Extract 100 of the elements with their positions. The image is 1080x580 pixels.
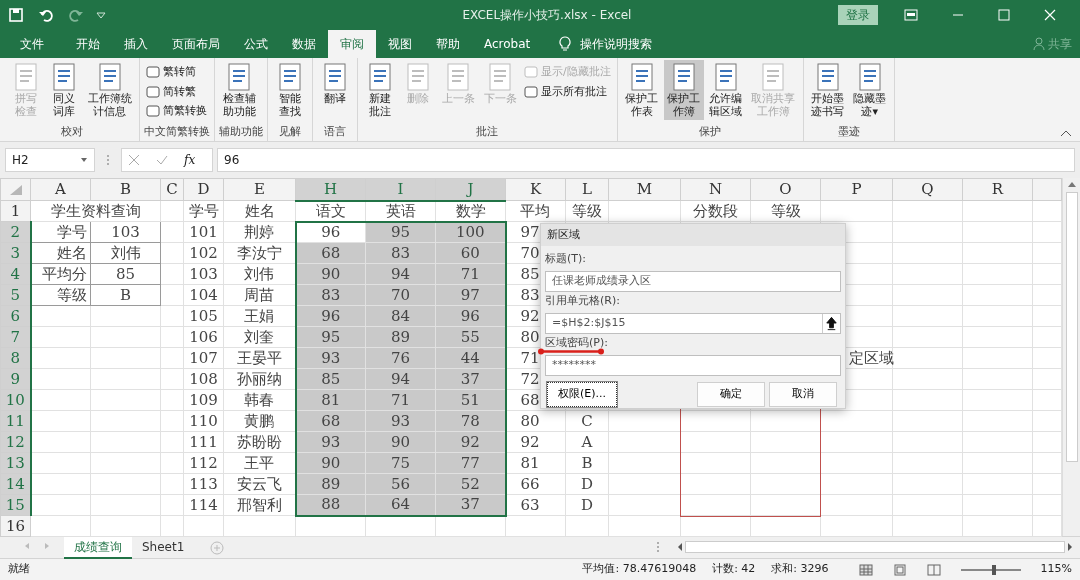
row-header[interactable]: 8 (0, 347, 31, 369)
table-cell: 88 (295, 494, 366, 516)
ribbon-tab[interactable]: 文件 (8, 30, 56, 58)
ribbon-button[interactable]: 简繁转换 (144, 103, 209, 120)
sheet-tab[interactable]: 成绩查询 (64, 537, 132, 559)
ribbon-button[interactable]: 智能查找 (272, 60, 308, 120)
row-header[interactable]: 14 (0, 473, 31, 495)
ribbon-tab[interactable]: Acrobat (472, 30, 543, 58)
column-header[interactable]: O (750, 178, 821, 201)
input-field[interactable]: ******** (545, 355, 841, 376)
column-header[interactable]: A (30, 178, 91, 201)
row-header[interactable]: 4 (0, 263, 31, 285)
row-header[interactable]: 13 (0, 452, 31, 474)
ribbon-button[interactable]: 保护工作簿 (663, 60, 704, 120)
name-box[interactable]: H2 (5, 148, 95, 172)
ribbon-tab[interactable]: 页面布局 (160, 30, 232, 58)
row-header[interactable]: 15 (0, 494, 31, 516)
login-button[interactable]: 登录 (838, 5, 878, 25)
row-header[interactable]: 6 (0, 305, 31, 327)
table-cell: 93 (295, 431, 366, 453)
ribbon-button[interactable]: 简转繁 (144, 83, 209, 100)
table-cell: 85 (90, 263, 161, 285)
row-header[interactable]: 11 (0, 410, 31, 432)
row-header[interactable]: 12 (0, 431, 31, 453)
column-header[interactable]: D (183, 178, 224, 201)
ribbon-button[interactable]: 工作簿统计信息 (84, 60, 135, 120)
row-header[interactable]: 7 (0, 326, 31, 348)
dialog-button[interactable]: 权限(E)... (547, 382, 618, 407)
dialog-button[interactable]: 确定 (697, 382, 765, 407)
ribbon-tab[interactable]: 帮助 (424, 30, 472, 58)
row-header[interactable]: 10 (0, 389, 31, 411)
page-break-icon[interactable] (926, 563, 941, 576)
ribbon-display-icon[interactable] (904, 9, 918, 21)
row-header[interactable]: 2 (0, 221, 31, 243)
formula-field[interactable]: 96 (217, 148, 1075, 172)
column-header[interactable]: P (820, 178, 893, 201)
input-field[interactable]: 任课老师成绩录入区 (545, 271, 841, 292)
scrollbar-thumb[interactable] (1065, 192, 1078, 462)
ribbon-tab[interactable]: 视图 (376, 30, 424, 58)
column-header[interactable]: C (160, 178, 184, 201)
formula-value: 96 (224, 152, 240, 169)
row-header[interactable]: 9 (0, 368, 31, 390)
column-header[interactable]: I (365, 178, 436, 201)
cancel-icon[interactable] (128, 154, 140, 166)
column-header[interactable]: R (962, 178, 1033, 201)
customize-icon[interactable] (96, 10, 106, 20)
ribbon-tab[interactable]: 数据 (280, 30, 328, 58)
ribbon-button[interactable]: 显示所有批注 (522, 83, 613, 100)
save-icon[interactable] (8, 7, 24, 23)
close-icon[interactable] (1044, 9, 1056, 21)
ribbon-button[interactable]: 同义词库 (46, 60, 82, 120)
ribbon-tab[interactable]: 审阅 (328, 30, 376, 58)
ribbon-button[interactable]: 翻译 (317, 60, 353, 107)
upload-icon[interactable] (822, 314, 840, 333)
row-header[interactable]: 3 (0, 242, 31, 264)
table-cell: 83 (295, 284, 366, 306)
zoom-level[interactable]: 115% (1040, 561, 1072, 578)
column-header[interactable]: K (505, 178, 566, 201)
status-stat: 平均值: 78.47619048 (582, 561, 697, 578)
row-header[interactable]: 5 (0, 284, 31, 306)
ribbon-button[interactable]: 保护工作表 (621, 60, 662, 120)
ribbon-button[interactable]: 检查辅助功能 (219, 60, 259, 120)
slider-thumb[interactable] (991, 564, 996, 575)
row-header[interactable]: 1 (0, 200, 31, 222)
column-header[interactable]: M (608, 178, 681, 201)
insert-function-button[interactable]: fx (184, 151, 196, 169)
sheet-tab[interactable]: Sheet1 (132, 537, 195, 557)
table-cell: D (565, 494, 609, 516)
group-label: 辅助功能 (219, 124, 263, 140)
column-header[interactable]: H (295, 178, 366, 201)
input-field[interactable]: =$H$2:$J$15 (545, 313, 841, 334)
collapse-icon[interactable] (1060, 129, 1072, 137)
enter-icon[interactable] (156, 154, 168, 166)
column-header[interactable]: N (680, 178, 751, 201)
table-cell: 104 (183, 284, 224, 306)
column-header[interactable]: E (223, 178, 296, 201)
normal-view-icon[interactable] (858, 563, 873, 576)
ribbon-button[interactable]: 新建批注 (362, 60, 398, 120)
dialog-button[interactable]: 取消 (769, 382, 837, 407)
person-icon (1033, 37, 1045, 51)
ribbon-button[interactable]: 隐藏墨迹▾ (849, 60, 890, 120)
ribbon-button[interactable]: 开始墨迹书写 (807, 60, 848, 120)
scrollbar-thumb[interactable] (685, 541, 1065, 553)
dropdown-icon[interactable] (80, 157, 88, 163)
column-header[interactable]: L (565, 178, 609, 201)
column-header[interactable]: Q (892, 178, 963, 201)
scroll-up-icon[interactable] (1066, 180, 1077, 188)
status-text: 就绪 (8, 561, 30, 578)
column-header[interactable]: J (435, 178, 506, 201)
ribbon-button[interactable]: 允许编辑区域 (705, 60, 746, 120)
ribbon-button[interactable]: 繁转简 (144, 64, 209, 81)
maximize-icon[interactable] (998, 9, 1010, 21)
page-layout-icon[interactable] (892, 563, 907, 576)
row-header[interactable]: 16 (0, 515, 31, 537)
column-header[interactable]: B (90, 178, 161, 201)
ribbon-tab[interactable]: 公式 (232, 30, 280, 58)
ribbon-tab[interactable]: 开始 (64, 30, 112, 58)
ribbon-tab[interactable]: 插入 (112, 30, 160, 58)
table-cell: 103 (90, 221, 161, 243)
tell-me-search[interactable]: 操作说明搜索 (580, 35, 653, 53)
